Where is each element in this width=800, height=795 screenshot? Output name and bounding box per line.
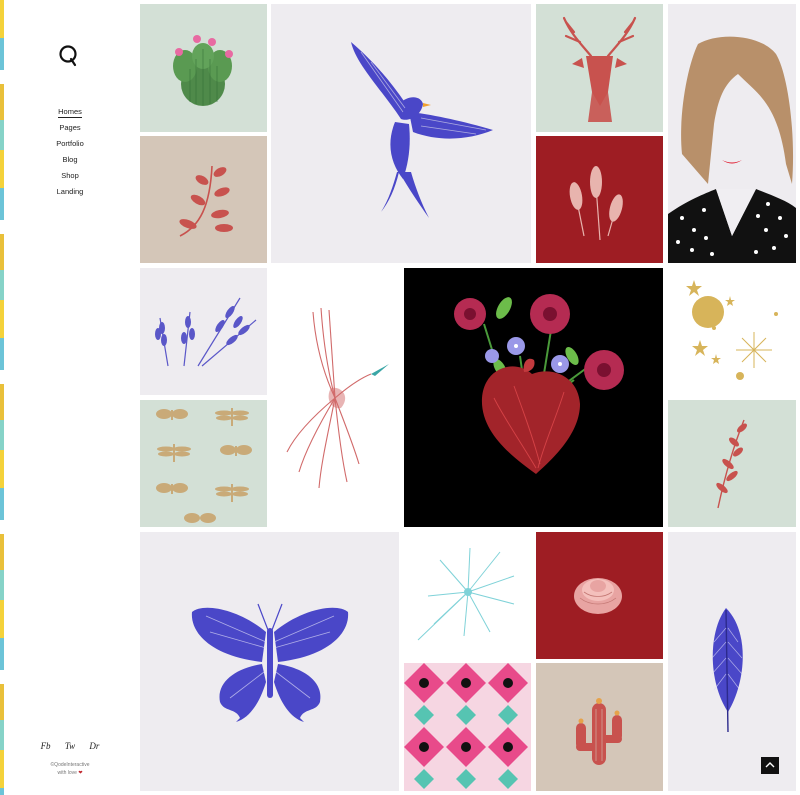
swallow-tile[interactable] xyxy=(271,4,531,263)
heron-tile[interactable] xyxy=(271,268,399,527)
cactus-tile[interactable] xyxy=(140,4,267,132)
deer-tile[interactable] xyxy=(536,4,663,132)
woman-tile[interactable] xyxy=(668,4,796,263)
peony-tile[interactable] xyxy=(536,532,663,659)
twitter-link[interactable]: Tw xyxy=(65,741,75,751)
dribbble-link[interactable]: Dr xyxy=(89,741,99,751)
facebook-link[interactable]: Fb xyxy=(41,741,51,751)
red-cactus-illustration xyxy=(576,698,622,765)
back-to-top-button[interactable] xyxy=(761,757,779,774)
ikat-pattern-illustration xyxy=(404,663,531,791)
heron-illustration xyxy=(286,307,389,489)
leaf-sprig-illustration xyxy=(716,419,747,509)
copyright-text: ©QodeInteractive xyxy=(50,762,90,768)
cactus-illustration xyxy=(173,35,233,106)
main-navigation: Homes Pages Portfolio Blog Shop Landing xyxy=(4,104,136,200)
ikat-pattern-tile[interactable] xyxy=(404,663,531,791)
butterfly-illustration xyxy=(191,603,349,722)
footer-tagline: with love ❤ xyxy=(4,769,136,777)
chevron-up-icon xyxy=(765,762,775,768)
wheat-tile[interactable] xyxy=(536,136,663,263)
dragonfly-pattern-tile[interactable] xyxy=(140,400,267,527)
red-branch-tile[interactable] xyxy=(140,136,267,263)
dragonfly-pattern-illustration xyxy=(156,408,252,523)
heart-flowers-illustration xyxy=(454,294,624,474)
nav-item-portfolio[interactable]: Portfolio xyxy=(4,136,136,152)
nav-item-blog[interactable]: Blog xyxy=(4,152,136,168)
nav-item-shop[interactable]: Shop xyxy=(4,168,136,184)
red-cactus-tile[interactable] xyxy=(536,663,663,791)
nav-item-label[interactable]: Shop xyxy=(61,171,79,181)
sidebar: Homes Pages Portfolio Blog Shop Landing … xyxy=(4,0,136,795)
peony-illustration xyxy=(574,578,622,614)
heart-icon: ❤ xyxy=(78,770,83,776)
nav-item-label[interactable]: Pages xyxy=(59,123,80,133)
dandelion-illustration xyxy=(417,547,515,641)
heart-flowers-tile[interactable] xyxy=(404,268,663,527)
sun-stars-tile[interactable] xyxy=(668,268,796,395)
lavender-tile[interactable] xyxy=(140,268,267,395)
lavender-illustration xyxy=(155,297,257,367)
butterfly-tile[interactable] xyxy=(140,532,399,791)
dandelion-tile[interactable] xyxy=(404,532,531,659)
nav-item-label[interactable]: Blog xyxy=(62,155,77,165)
nav-item-label[interactable]: Landing xyxy=(57,187,84,197)
tagline-text: with love xyxy=(57,770,77,776)
branch-illustration xyxy=(179,165,233,237)
social-links: Fb Tw Dr xyxy=(4,741,136,751)
wheat-illustration xyxy=(569,166,623,241)
feather-tile[interactable] xyxy=(668,532,796,791)
deer-head-illustration xyxy=(562,16,637,122)
copyright: ©QodeInteractive with love ❤ xyxy=(4,761,136,777)
nav-item-label[interactable]: Homes xyxy=(58,107,82,118)
nav-item-label[interactable]: Portfolio xyxy=(56,139,84,149)
nav-item-landing[interactable]: Landing xyxy=(4,184,136,200)
q-logo-icon[interactable] xyxy=(56,42,80,68)
swallow-illustration xyxy=(351,42,493,218)
sun-stars-illustration xyxy=(686,280,778,380)
feather-illustration xyxy=(711,608,743,733)
leaf-sprig-tile[interactable] xyxy=(668,400,796,527)
nav-item-pages[interactable]: Pages xyxy=(4,120,136,136)
woman-portrait-illustration xyxy=(668,36,796,263)
nav-item-homes[interactable]: Homes xyxy=(4,104,136,120)
